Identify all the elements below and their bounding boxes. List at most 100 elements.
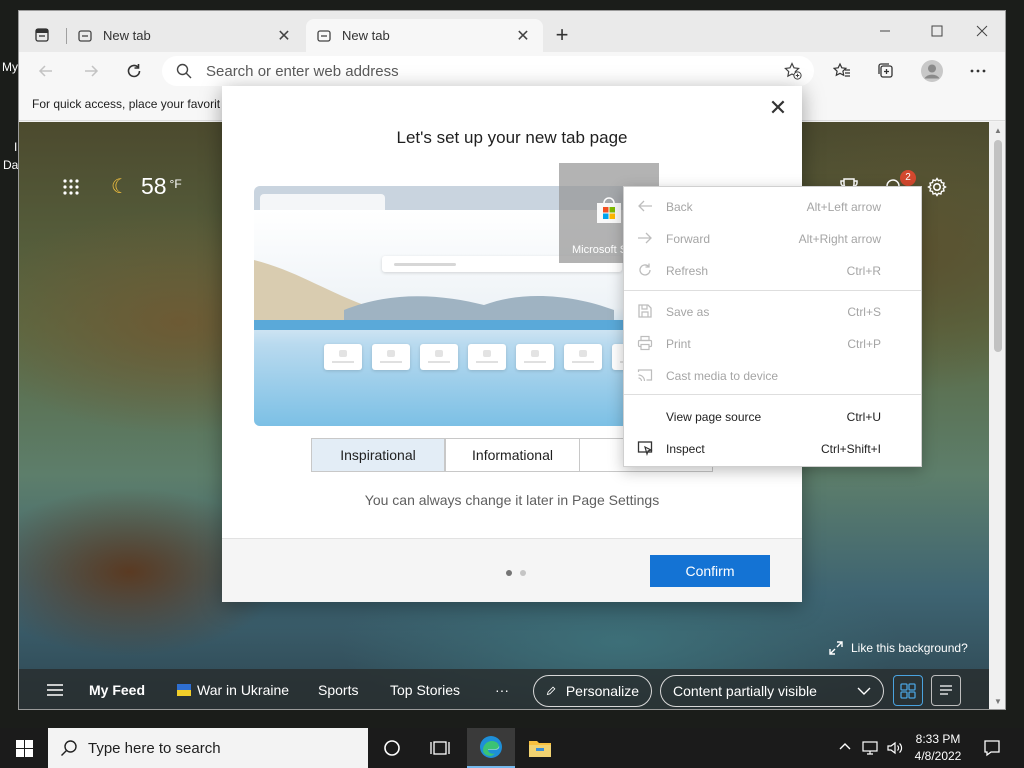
clock-date: 4/8/2022 [914,749,962,763]
new-tab-button[interactable]: + [549,23,575,49]
taskbar-file-explorer-button[interactable] [516,728,564,768]
expand-icon [829,641,843,655]
profile-button[interactable] [917,56,947,86]
menu-item-shortcut: Alt+Left arrow [806,200,881,214]
preview-tile [468,344,506,370]
maximize-button[interactable] [914,17,960,45]
grid-layout-button[interactable] [893,675,923,706]
add-favorite-icon [784,62,802,80]
menu-item-forward[interactable]: Forward Alt+Right arrow [624,223,921,253]
content-visibility-value: Content partially visible [673,683,817,699]
like-background-link[interactable]: Like this background? [829,641,968,655]
forward-arrow-icon [85,65,99,77]
scroll-thumb[interactable] [994,140,1002,352]
feed-tab-my-feed[interactable]: My Feed [89,682,145,698]
menu-item-print[interactable]: Print Ctrl+P [624,328,921,358]
feed-tab-sports[interactable]: Sports [318,682,358,698]
dialog-close-icon[interactable]: ✕ [768,97,788,119]
tab-label: New tab [342,28,390,43]
content-visibility-select[interactable]: Content partially visible [660,675,884,707]
address-input[interactable] [206,62,778,80]
preview-tile [420,344,458,370]
cortana-button[interactable] [368,728,416,768]
start-button[interactable] [0,728,48,768]
close-icon [976,25,988,37]
settings-more-button[interactable] [963,56,993,86]
page-scrollbar[interactable]: ▲ ▼ [989,122,1005,709]
page-settings-button[interactable] [925,175,949,199]
favorites-button[interactable] [827,56,857,86]
add-favorite-button[interactable] [778,62,808,80]
print-icon [636,335,654,351]
close-window-button[interactable] [959,17,1005,45]
taskbar-edge-button[interactable] [467,728,515,768]
volume-tray-button[interactable] [886,740,904,759]
menu-item-label: Refresh [666,264,709,278]
chevron-down-icon [857,687,871,695]
forward-button[interactable] [76,56,106,86]
menu-item-cast[interactable]: Cast media to device [624,360,921,390]
address-bar[interactable] [162,56,814,86]
task-view-icon [430,741,450,755]
menu-item-inspect[interactable]: Inspect Ctrl+Shift+I [624,433,921,463]
taskbar-search-box[interactable] [48,728,368,768]
weather-widget[interactable]: ☾ 58 °F [111,173,182,200]
save-icon [636,303,654,319]
feed-navigation-bar: My Feed War in Ukraine Sports Top Storie… [19,669,989,709]
tab-new-tab-2[interactable]: New tab ✕ [306,19,543,52]
desktop-label-1: My [2,60,18,74]
scroll-up-icon[interactable]: ▲ [993,126,1003,136]
network-tray-button[interactable] [862,740,880,759]
back-arrow-icon [636,198,654,214]
page-dot[interactable] [520,570,526,576]
menu-item-label: Inspect [666,442,705,456]
menu-item-shortcut: Ctrl+S [847,305,881,319]
menu-item-back[interactable]: Back Alt+Left arrow [624,191,921,221]
menu-item-view-source[interactable]: View page source Ctrl+U [624,401,921,431]
page-indicator [506,570,526,576]
menu-item-save-as[interactable]: Save as Ctrl+S [624,296,921,326]
dialog-title: Let's set up your new tab page [396,128,628,147]
edge-browser-icon [480,736,502,758]
maximize-icon [931,25,943,37]
temperature-unit: °F [169,177,182,191]
refresh-icon [636,262,654,278]
temperature: 58 [140,173,167,199]
tab-actions-button[interactable] [27,20,57,50]
personalize-label: Personalize [565,683,639,699]
hamburger-menu-icon[interactable] [47,683,63,697]
list-layout-button[interactable] [931,675,961,706]
menu-item-shortcut: Ctrl+P [847,337,881,351]
feed-tab-top-stories[interactable]: Top Stories [390,682,460,698]
option-informational[interactable]: Informational [445,438,580,472]
task-view-button[interactable] [416,728,464,768]
minimize-button[interactable] [862,17,908,45]
show-hidden-icons-button[interactable] [838,740,852,757]
notification-center-icon [984,740,1000,757]
tab-new-tab-1[interactable]: New tab ✕ [67,19,304,52]
microsoft-store-icon [597,197,621,223]
confirm-button[interactable]: Confirm [650,555,770,587]
action-center-button[interactable] [968,728,1016,768]
page-dot-active[interactable] [506,570,512,576]
menu-item-refresh[interactable]: Refresh Ctrl+R [624,255,921,285]
tab-label: New tab [103,28,151,43]
tab-close-icon[interactable]: ✕ [274,26,294,46]
chevron-up-icon [839,743,851,750]
tab-close-icon[interactable]: ✕ [513,26,533,46]
feed-more-button[interactable]: ··· [495,682,509,698]
moon-icon: ☾ [111,176,129,198]
scroll-down-icon[interactable]: ▼ [993,697,1003,707]
tab-actions-icon [35,28,49,42]
collections-button[interactable] [871,56,901,86]
back-button[interactable] [31,56,61,86]
option-inspirational[interactable]: Inspirational [311,438,445,472]
feed-tab-war-in-ukraine[interactable]: War in Ukraine [177,682,289,698]
personalize-button[interactable]: Personalize [533,675,652,707]
dialog-hint: You can always change it later in Page S… [364,492,660,508]
menu-item-shortcut: Ctrl+U [846,410,881,424]
refresh-button[interactable] [119,56,149,86]
taskbar-search-input[interactable] [88,739,338,757]
taskbar-clock[interactable]: 8:33 PM 4/8/2022 [905,731,971,765]
app-launcher-icon[interactable] [62,178,80,196]
